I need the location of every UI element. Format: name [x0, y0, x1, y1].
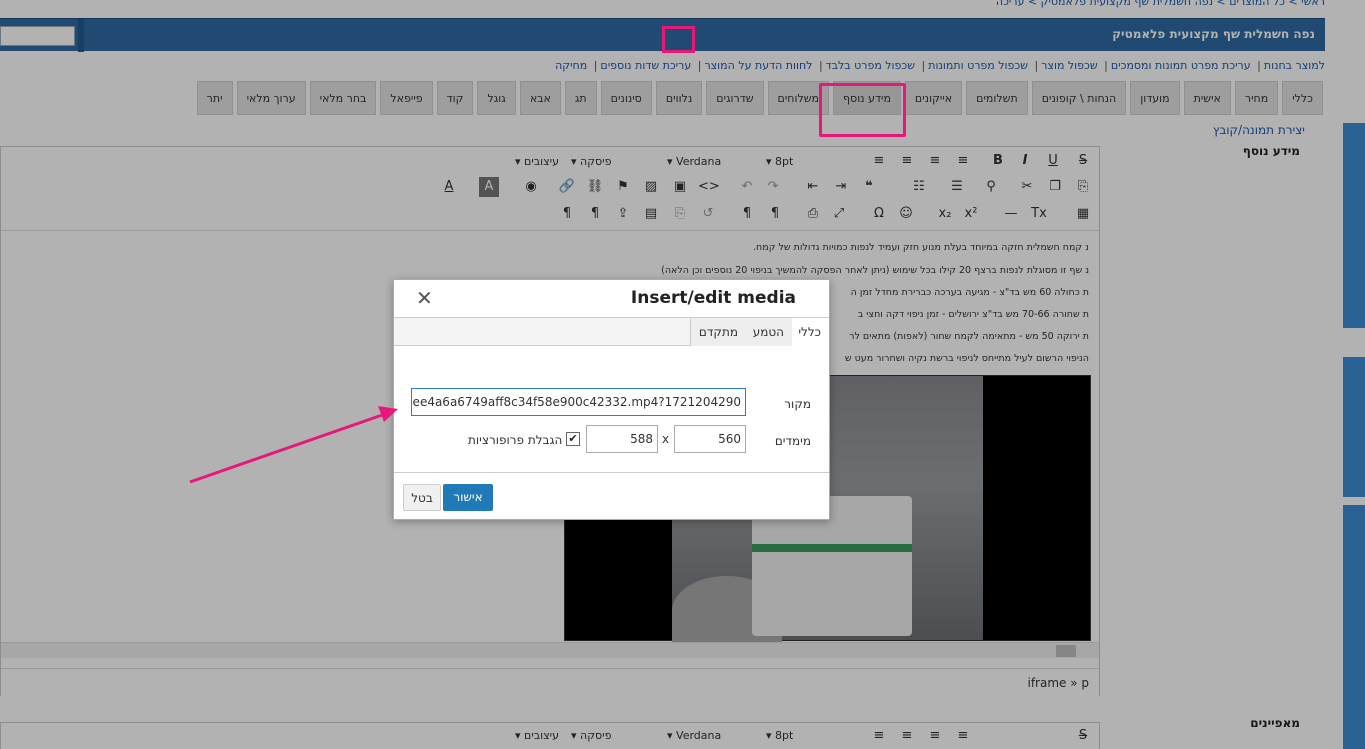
- dialog-tab-advanced[interactable]: מתקדם: [689, 318, 746, 346]
- dialog-title: Insert/edit media: [630, 288, 796, 308]
- dialog-tab-general[interactable]: כללי: [789, 318, 829, 346]
- dialog-tab-embed[interactable]: הטמע: [743, 318, 792, 346]
- dialog-tabs: כללי הטמע מתקדם: [394, 317, 829, 346]
- insert-media-dialog: ✕ Insert/edit media כללי הטמע מתקדם מקור…: [393, 279, 830, 520]
- side-panel-tab[interactable]: [1343, 123, 1365, 328]
- source-label: מקור: [784, 397, 811, 411]
- dimension-separator: x: [662, 432, 670, 446]
- annotation-highlight-tab: [819, 83, 906, 137]
- side-panel-tab[interactable]: [1343, 505, 1365, 749]
- dialog-footer: אישור בטל: [394, 472, 829, 519]
- ok-button[interactable]: אישור: [443, 484, 493, 511]
- page: ראשי > כל המוצרים > נפה חשמלית שף מקצועי…: [0, 0, 1365, 749]
- dimensions-label: מימדים: [774, 434, 811, 448]
- height-input[interactable]: 588: [586, 425, 658, 453]
- source-url-input[interactable]: 3ee4a6a6749aff8c34f58e900c42332.mp4?1721…: [411, 388, 746, 416]
- annotation-highlight-media-button: [662, 26, 695, 53]
- source-url-value: 3ee4a6a6749aff8c34f58e900c42332.mp4?1721…: [411, 395, 741, 409]
- cancel-button[interactable]: בטל: [403, 484, 441, 511]
- constrain-proportions-label: הגבלת פרופורציות: [468, 433, 563, 447]
- side-panel-tab[interactable]: [1343, 357, 1365, 497]
- width-input[interactable]: 560: [674, 425, 746, 453]
- constrain-proportions-checkbox[interactable]: ✔: [566, 432, 580, 446]
- close-icon[interactable]: ✕: [416, 286, 433, 310]
